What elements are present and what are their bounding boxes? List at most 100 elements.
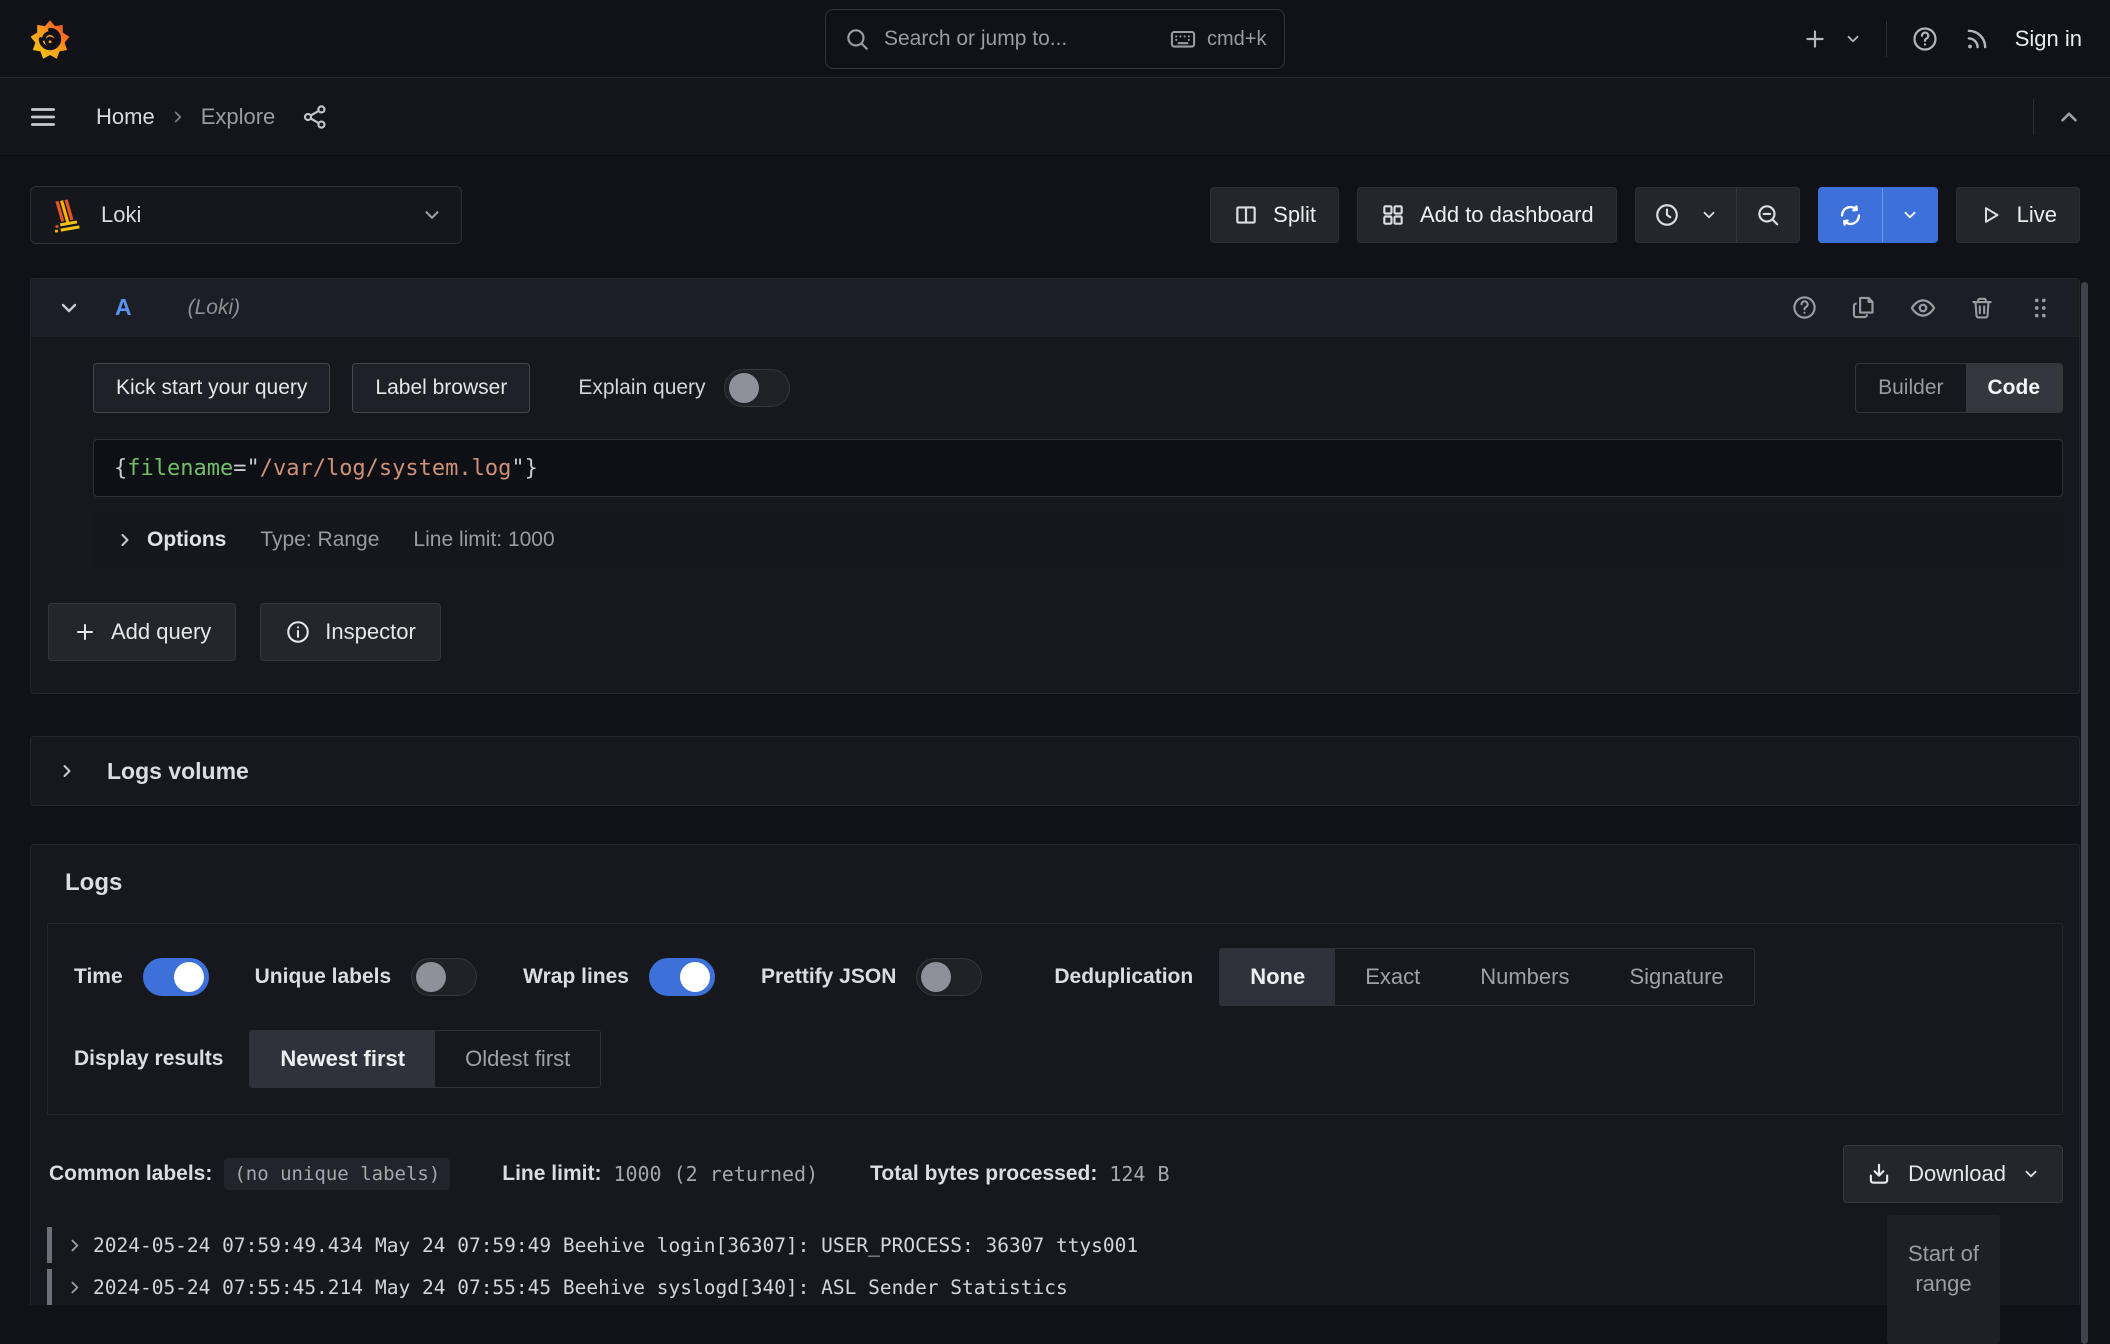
query-code-input[interactable]: {filename="/var/log/system.log"} (93, 439, 2063, 497)
start-of-range-indicator: Start of range (1887, 1215, 2000, 1344)
breadcrumb-explore: Explore (201, 104, 276, 130)
label-browser-button[interactable]: Label browser (352, 363, 530, 413)
split-label: Split (1273, 202, 1316, 228)
dedup-option-exact[interactable]: Exact (1335, 949, 1450, 1005)
collapse-chevron-up-icon[interactable] (2056, 104, 2082, 130)
grafana-logo[interactable] (28, 17, 72, 61)
query-collapse-chevron-icon[interactable] (57, 296, 81, 320)
search-input[interactable] (884, 27, 1155, 51)
logs-meta-row: Common labels: (no unique labels) Line l… (47, 1145, 2063, 1203)
options-label: Options (147, 528, 226, 552)
explore-toolbar: Loki Split Add to dashboard (30, 186, 2080, 244)
explain-query-toggle[interactable] (724, 369, 790, 407)
datasource-name: Loki (101, 202, 405, 228)
wrap-lines-toggle[interactable] (649, 958, 715, 996)
log-row[interactable]: 2024-05-24 07:55:45.214 May 24 07:55:45 … (47, 1267, 2063, 1307)
time-range-controls (1635, 187, 1800, 243)
query-token: filename (127, 456, 233, 481)
global-search[interactable]: cmd+k (825, 9, 1285, 69)
time-chevron-down-icon (1700, 206, 1718, 224)
add-chevron-down-icon[interactable] (1844, 30, 1862, 48)
logs-volume-title: Logs volume (107, 758, 249, 785)
builder-mode-button[interactable]: Builder (1856, 364, 1965, 412)
breadcrumb-bar: Home Explore (0, 78, 2110, 156)
display-results-group: Newest first Oldest first (249, 1030, 601, 1088)
help-icon[interactable] (1911, 25, 1939, 53)
inspector-button[interactable]: Inspector (260, 603, 441, 661)
download-button[interactable]: Download (1843, 1145, 2063, 1203)
search-icon (844, 26, 870, 52)
share-icon[interactable] (301, 103, 329, 131)
clock-icon (1654, 202, 1680, 228)
plus-icon (73, 620, 97, 644)
expand-log-chevron-icon[interactable] (66, 1279, 83, 1296)
unique-labels-toggle-label: Unique labels (255, 965, 392, 989)
live-button[interactable]: Live (1956, 187, 2080, 243)
duplicate-query-icon[interactable] (1850, 294, 1877, 321)
logs-panel: Logs Time Unique labels Wrap lines Prett… (30, 844, 2080, 1305)
add-query-button[interactable]: Add query (48, 603, 236, 661)
newest-first-option[interactable]: Newest first (250, 1031, 435, 1087)
keyboard-icon (1169, 25, 1197, 53)
query-footer: Add query Inspector (31, 569, 2079, 693)
line-limit-value: 1000 (2 returned) (613, 1162, 818, 1186)
datasource-chevron-down-icon (421, 204, 443, 226)
log-timestamp: 2024-05-24 07:59:49.434 (93, 1234, 363, 1257)
log-row[interactable]: 2024-05-24 07:59:49.434 May 24 07:59:49 … (47, 1225, 2063, 1265)
menu-icon[interactable] (28, 102, 58, 132)
common-labels-label: Common labels: (49, 1162, 212, 1186)
download-icon (1866, 1161, 1892, 1187)
query-token: " (511, 456, 524, 481)
disable-query-eye-icon[interactable] (1909, 294, 1937, 322)
query-token: " (246, 456, 259, 481)
editor-mode-toggle: Builder Code (1855, 363, 2063, 413)
breadcrumb-separator-icon (169, 108, 187, 126)
page-scrollbar-thumb[interactable] (2081, 282, 2088, 1344)
dedup-option-signature[interactable]: Signature (1599, 949, 1753, 1005)
add-to-dashboard-button[interactable]: Add to dashboard (1357, 187, 1617, 243)
kick-start-query-button[interactable]: Kick start your query (93, 363, 330, 413)
total-bytes-label: Total bytes processed: (870, 1162, 1097, 1186)
query-token: } (525, 456, 538, 481)
remove-query-trash-icon[interactable] (1969, 295, 1995, 321)
add-icon[interactable] (1802, 26, 1828, 52)
query-editor-panel: A (Loki) (30, 278, 2080, 694)
refresh-chevron-down-icon (1901, 206, 1919, 224)
split-button[interactable]: Split (1210, 187, 1339, 243)
add-query-label: Add query (111, 619, 211, 645)
time-toggle[interactable] (143, 958, 209, 996)
download-chevron-down-icon (2022, 1165, 2040, 1183)
options-chevron-right-icon (115, 530, 135, 550)
query-ref-id: A (115, 294, 132, 321)
sign-in-button[interactable]: Sign in (2015, 26, 2082, 52)
log-message: May 24 07:59:49 Beehive login[36307]: US… (375, 1234, 1138, 1257)
drag-handle-grip-icon[interactable] (2027, 295, 2053, 321)
time-picker-button[interactable] (1636, 188, 1736, 242)
prettify-json-toggle[interactable] (916, 958, 982, 996)
breadcrumb-home[interactable]: Home (96, 104, 155, 130)
logs-volume-section[interactable]: Logs volume (30, 736, 2080, 806)
inspector-label: Inspector (325, 619, 416, 645)
unique-labels-toggle[interactable] (411, 958, 477, 996)
query-options-row[interactable]: Options Type: Range Line limit: 1000 (93, 511, 2063, 569)
split-columns-icon (1233, 202, 1259, 228)
news-rss-icon[interactable] (1963, 25, 1991, 53)
oldest-first-option[interactable]: Oldest first (435, 1031, 600, 1087)
code-mode-button[interactable]: Code (1966, 364, 2063, 412)
query-token: { (114, 456, 127, 481)
apps-grid-icon (1380, 202, 1406, 228)
dedup-option-none[interactable]: None (1220, 949, 1335, 1005)
refresh-interval-button[interactable] (1882, 188, 1937, 242)
dedup-option-numbers[interactable]: Numbers (1450, 949, 1599, 1005)
options-line-limit: Line limit: 1000 (413, 528, 554, 552)
query-datasource-hint: (Loki) (188, 296, 241, 320)
zoom-out-time-button[interactable] (1736, 188, 1799, 242)
refresh-button[interactable] (1819, 188, 1882, 242)
expand-log-chevron-icon[interactable] (66, 1237, 83, 1254)
play-icon (1979, 203, 2003, 227)
query-help-icon[interactable] (1791, 294, 1818, 321)
query-tools-row: Kick start your query Label browser Expl… (93, 363, 2063, 413)
common-labels-value: (no unique labels) (224, 1158, 450, 1190)
logs-volume-chevron-right-icon (57, 761, 77, 781)
datasource-picker[interactable]: Loki (30, 186, 462, 244)
